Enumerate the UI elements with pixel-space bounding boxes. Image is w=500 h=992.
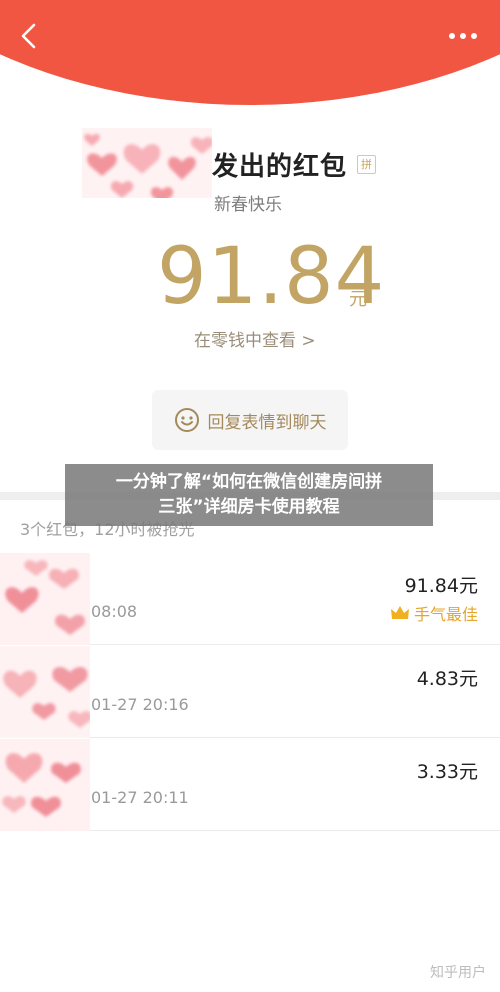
reply-button-label: 回复表情到聊天 — [207, 412, 327, 433]
receiver-avatar — [0, 646, 90, 738]
smiley-icon — [174, 408, 199, 432]
page-title: 发出的红包 — [212, 152, 348, 182]
amount-unit: 元 — [349, 289, 367, 310]
row-divider — [90, 644, 500, 645]
record-amount: 4.83元 — [416, 668, 478, 690]
record-amount: 3.33元 — [416, 761, 478, 783]
caption-line-2: 三张”详细房卡使用教程 — [158, 497, 340, 517]
view-in-change-link[interactable]: 在零钱中查看 > — [194, 326, 316, 351]
receiver-avatar — [0, 553, 90, 645]
best-luck-badge: 手气最佳 — [390, 601, 478, 625]
list-item[interactable]: 01-27 20:16 4.83元 — [0, 646, 500, 738]
row-divider — [90, 830, 500, 831]
record-amount: 91.84元 — [404, 575, 478, 597]
more-dots-icon[interactable] — [448, 30, 478, 42]
reply-sticker-button[interactable]: 回复表情到聊天 — [152, 390, 348, 450]
best-luck-label: 手气最佳 — [413, 605, 478, 624]
list-item[interactable]: 01-27 20:11 3.33元 — [0, 739, 500, 831]
watermark: 知乎用户 — [430, 965, 486, 981]
record-time: 01-27 20:16 — [91, 695, 189, 714]
chevron-left-icon[interactable] — [18, 22, 40, 50]
caption-line-1: 一分钟了解“如何在微信创建房间拼 — [115, 472, 383, 492]
record-time: 01-27 20:11 — [91, 788, 189, 807]
crown-icon — [390, 606, 409, 619]
row-divider — [90, 737, 500, 738]
sender-avatar — [82, 128, 212, 198]
list-item[interactable]: 08:08 91.84元 手气最佳 — [0, 553, 500, 645]
receiver-avatar — [0, 739, 90, 831]
header-background — [0, 0, 500, 105]
title-row: 发出的红包 拼 — [212, 146, 377, 183]
caption-overlay: 一分钟了解“如何在微信创建房间拼 三张”详细房卡使用教程 — [65, 464, 433, 526]
header — [0, 0, 500, 105]
group-badge: 拼 — [357, 155, 377, 174]
record-time: 08:08 — [91, 602, 138, 621]
greeting-text: 新春快乐 — [214, 195, 282, 215]
